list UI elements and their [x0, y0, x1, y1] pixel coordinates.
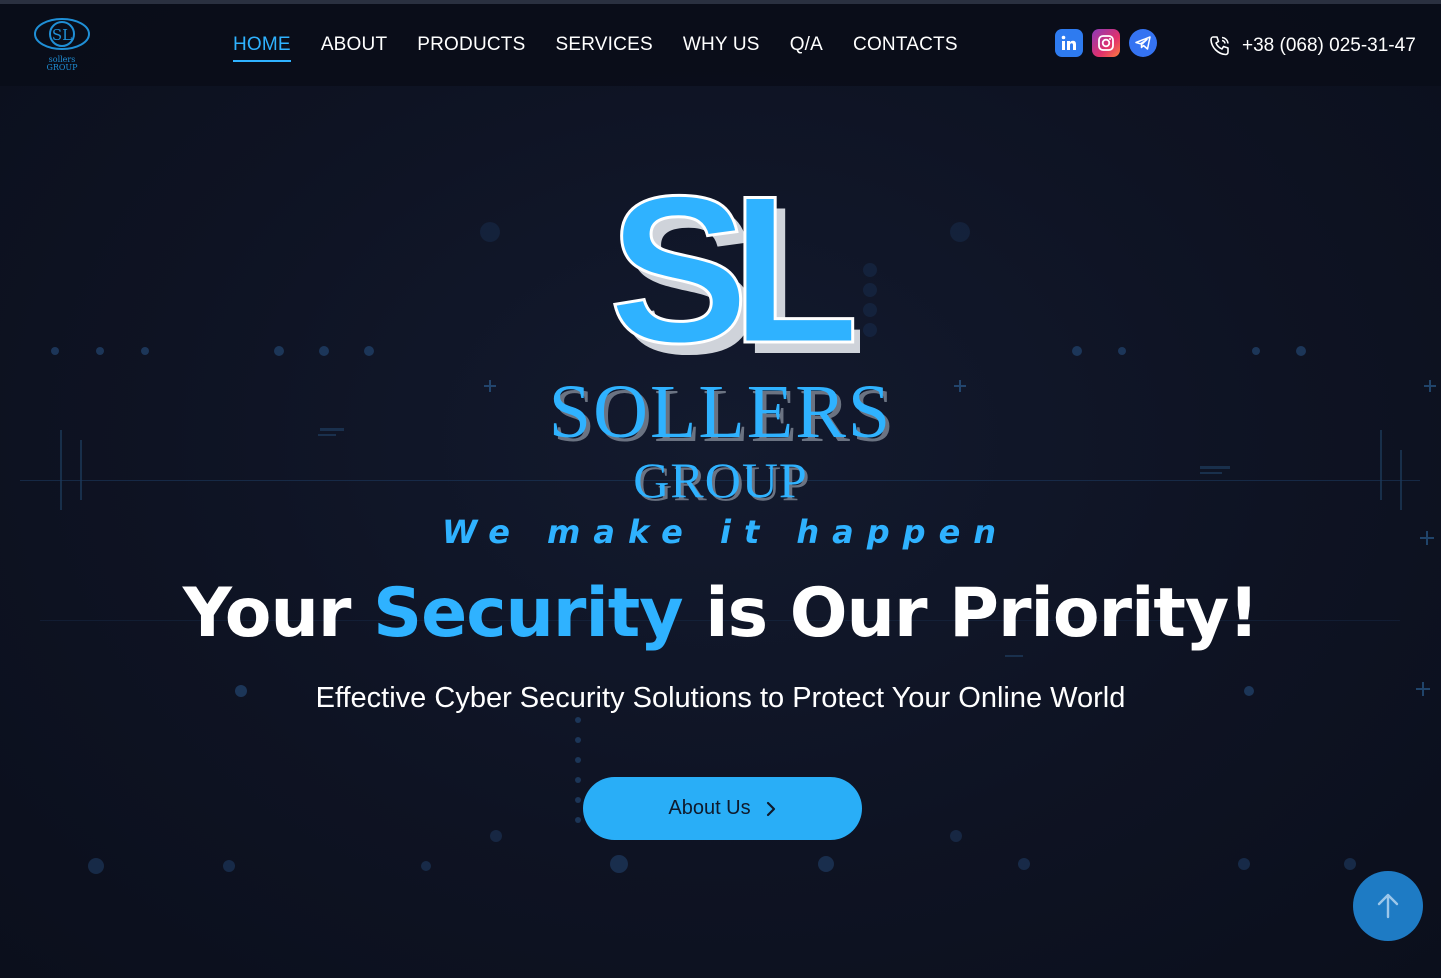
- chevron-right-icon: [766, 801, 775, 816]
- about-us-button[interactable]: About Us: [583, 777, 862, 840]
- phone-contact[interactable]: +38 (068) 025-31-47: [1208, 34, 1416, 58]
- about-us-label: About Us: [668, 797, 751, 819]
- phone-number: +38 (068) 025-31-47: [1242, 35, 1416, 56]
- nav-home[interactable]: HOME: [233, 34, 291, 62]
- brand-tagline: We make it happen: [441, 513, 1010, 551]
- page: SL sollers GROUP HOME ABOUT PRODUCTS SER…: [0, 0, 1441, 978]
- hero-subtitle: Effective Cyber Security Solutions to Pr…: [315, 682, 1126, 714]
- hero-monogram: SL: [609, 170, 853, 360]
- headline-part-1: Your: [182, 574, 374, 653]
- nav-qa[interactable]: Q/A: [790, 34, 823, 62]
- nav-products[interactable]: PRODUCTS: [417, 34, 525, 62]
- arrow-up-icon: [1377, 893, 1399, 919]
- instagram-icon[interactable]: [1092, 29, 1120, 57]
- brand-name: SOLLERS: [548, 370, 893, 454]
- headline-part-2: is Our Priority!: [682, 574, 1259, 653]
- logo-eye-icon: SL: [34, 18, 90, 50]
- logo-line2: GROUP: [46, 63, 78, 72]
- social-links: [1055, 29, 1157, 57]
- brand-subname: GROUP: [633, 452, 808, 508]
- hero-monogram-logo: SL SL: [607, 170, 860, 360]
- nav-services[interactable]: SERVICES: [555, 34, 652, 62]
- site-header: SL sollers GROUP HOME ABOUT PRODUCTS SER…: [0, 4, 1441, 86]
- nav-contacts[interactable]: CONTACTS: [853, 34, 958, 62]
- hero-headline: Your Security is Our Priority!: [0, 572, 1441, 656]
- linkedin-icon[interactable]: [1055, 29, 1083, 57]
- logo-monogram: SL: [52, 26, 72, 44]
- headline-accent: Security: [373, 574, 683, 653]
- main-nav: HOME ABOUT PRODUCTS SERVICES WHY US Q/A …: [233, 34, 958, 62]
- scroll-to-top-button[interactable]: [1353, 871, 1423, 941]
- nav-about[interactable]: ABOUT: [321, 34, 387, 62]
- nav-why-us[interactable]: WHY US: [683, 34, 760, 62]
- logo-wordmark: sollers GROUP: [32, 56, 92, 72]
- phone-icon: [1210, 36, 1229, 56]
- telegram-icon[interactable]: [1129, 29, 1157, 57]
- site-logo[interactable]: SL sollers GROUP: [32, 14, 92, 76]
